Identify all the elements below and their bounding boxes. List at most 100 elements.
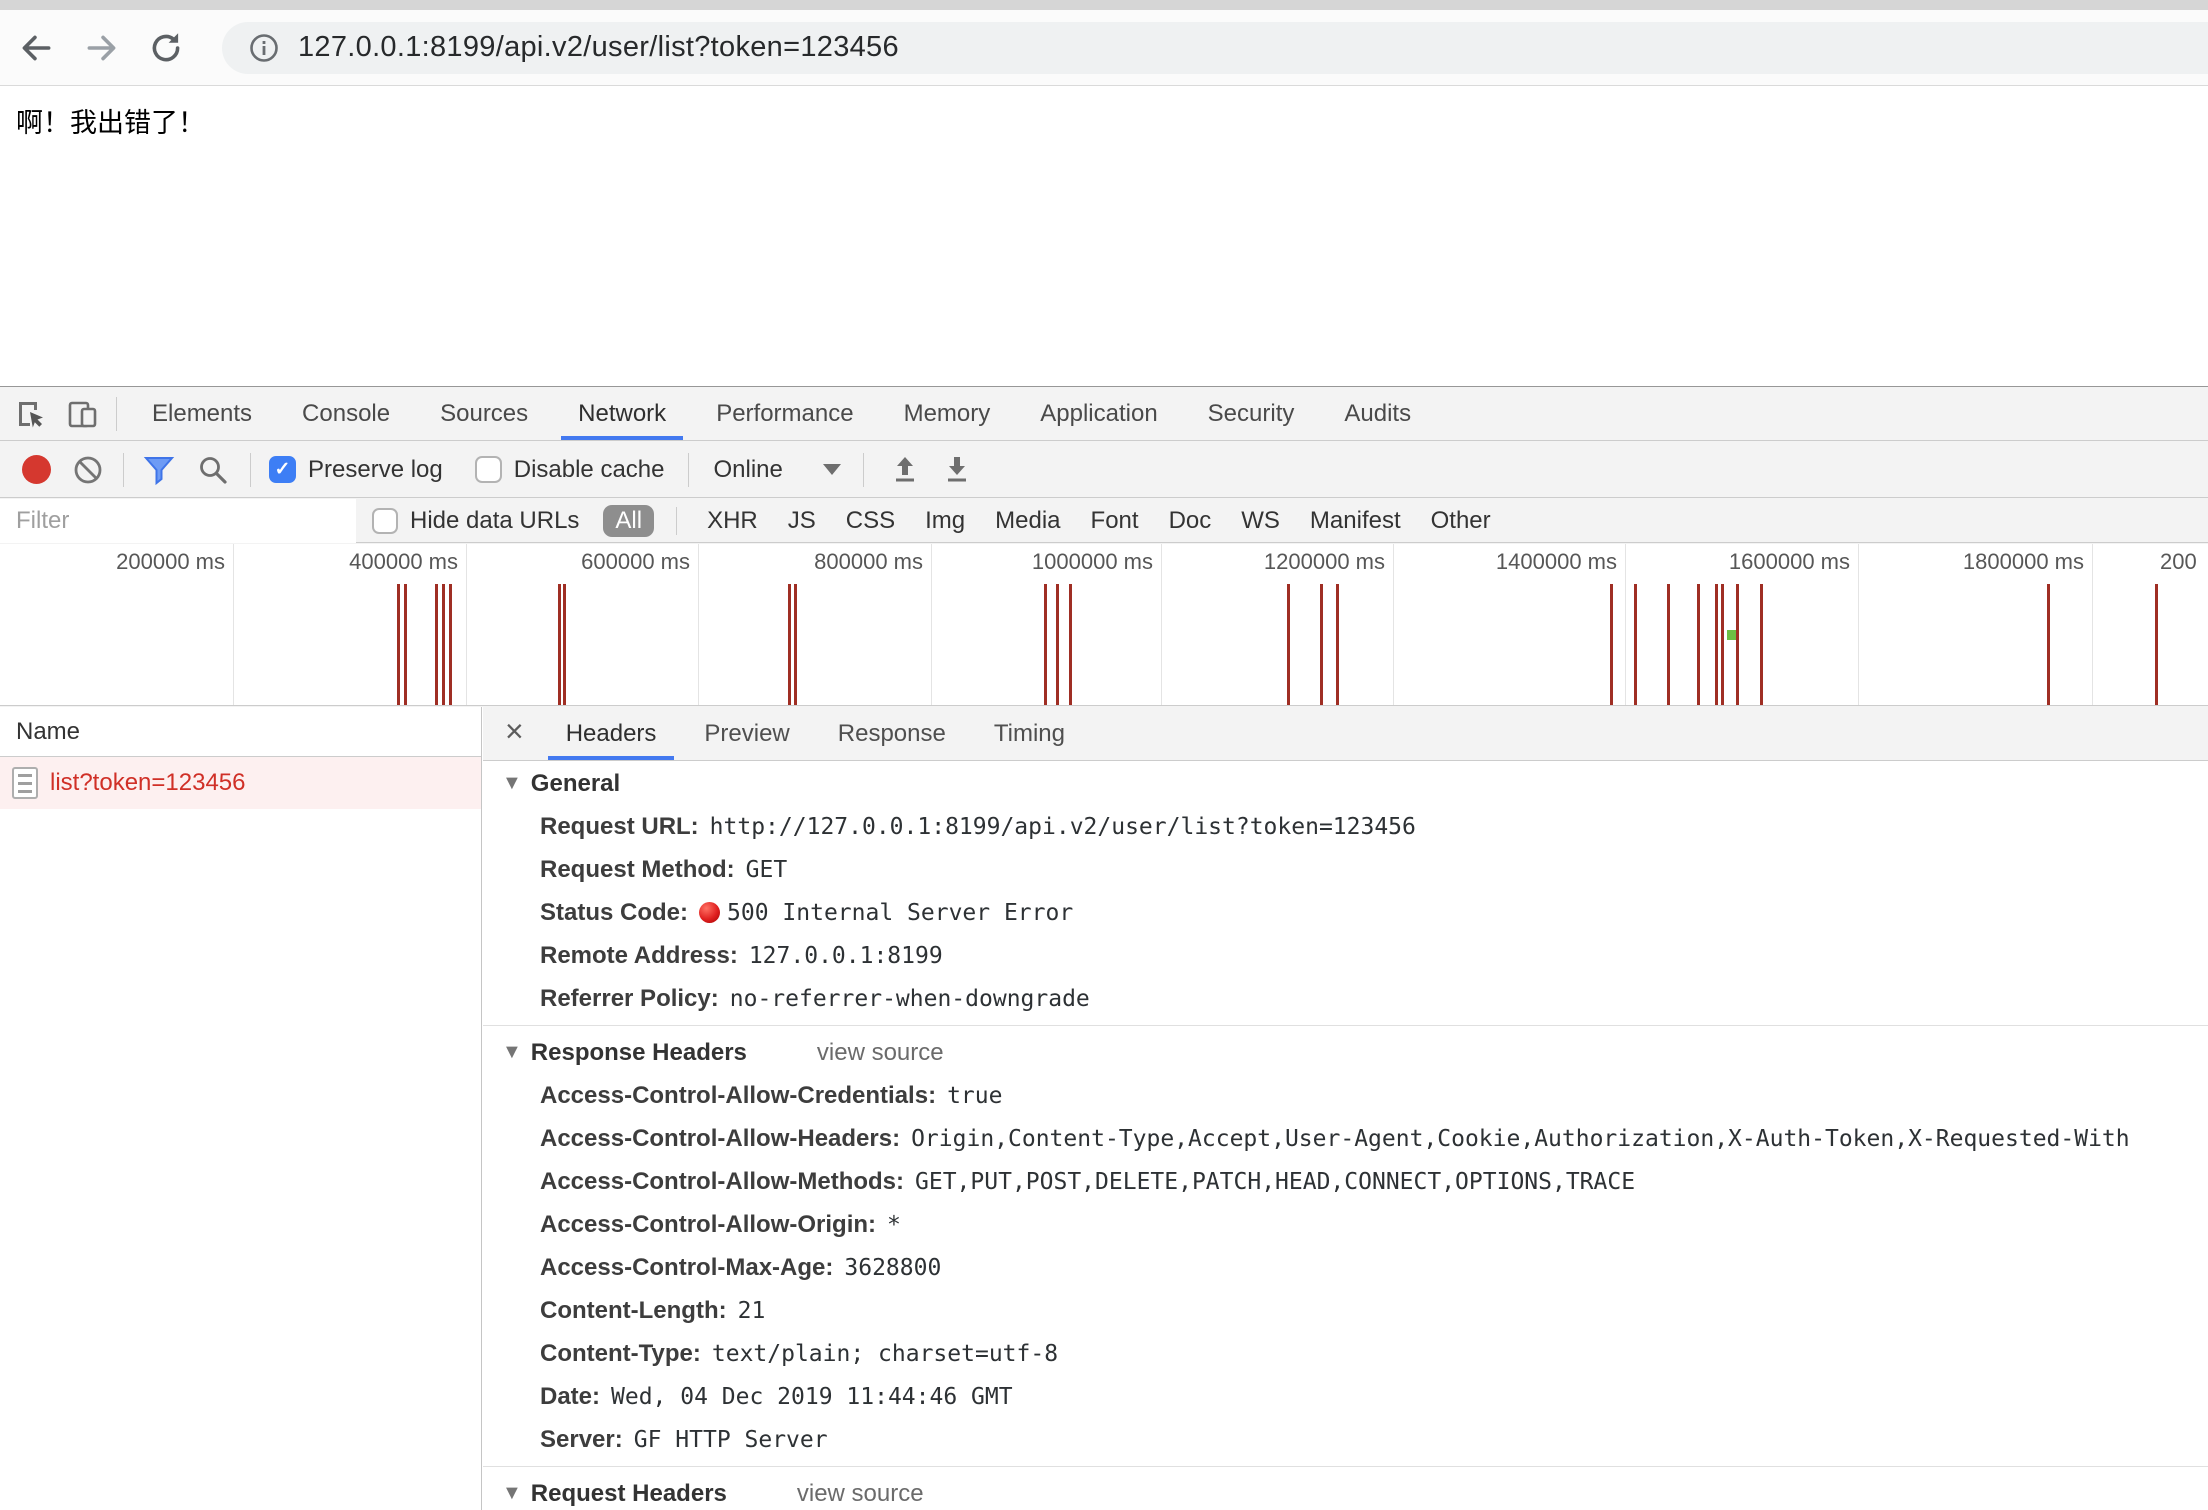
response-headers-section-header[interactable]: ▼ Response Headers view source <box>483 1031 2208 1074</box>
reload-icon <box>147 29 185 67</box>
general-section-header[interactable]: ▼ General <box>483 762 2208 805</box>
disable-cache-checkbox[interactable] <box>475 456 502 483</box>
timeline-tick-label: 800000 ms <box>814 549 923 575</box>
view-source-link[interactable]: view source <box>797 1480 924 1508</box>
tab-audits[interactable]: Audits <box>1319 387 1436 440</box>
tab-network[interactable]: Network <box>553 387 691 440</box>
filter-type-doc[interactable]: Doc <box>1169 507 1212 535</box>
header-row: Referrer Policy:no-referrer-when-downgra… <box>483 977 2208 1020</box>
timeline-request-bar <box>2047 584 2050 705</box>
hide-data-urls-checkbox[interactable] <box>372 508 398 534</box>
browser-toolbar: 127.0.0.1:8199/api.v2/user/list?token=12… <box>0 10 2208 86</box>
device-toolbar-icon <box>65 396 101 432</box>
network-action-bar: ✓ Preserve log Disable cache Online <box>0 442 2208 498</box>
upload-icon <box>889 454 921 486</box>
close-icon[interactable]: × <box>483 713 542 754</box>
tab-application[interactable]: Application <box>1015 387 1182 440</box>
toolbar-separator <box>116 397 117 431</box>
device-toolbar-button[interactable] <box>64 395 102 433</box>
header-row: Content-Type:text/plain; charset=utf-8 <box>483 1332 2208 1375</box>
request-list-header[interactable]: Name <box>0 707 481 757</box>
view-source-link[interactable]: view source <box>817 1039 944 1067</box>
header-row: Access-Control-Max-Age:3628800 <box>483 1246 2208 1289</box>
preserve-log-checkbox[interactable]: ✓ <box>269 456 296 483</box>
preserve-log-label[interactable]: Preserve log <box>308 456 443 484</box>
timeline-request-bar <box>1610 584 1613 705</box>
detail-tab-bar: × Headers Preview Response Timing <box>483 707 2208 761</box>
network-body: Name list?token=123456 × Headers Preview… <box>0 707 2208 1510</box>
header-row: Access-Control-Allow-Credentials:true <box>483 1074 2208 1117</box>
timeline-gridline <box>931 544 932 705</box>
toolbar-separator <box>863 453 864 487</box>
timeline-request-bar <box>442 584 445 705</box>
status-error-dot-icon <box>699 902 720 923</box>
filter-input[interactable] <box>0 499 356 543</box>
devtools-panel: Elements Console Sources Network Perform… <box>0 386 2208 1510</box>
inspect-element-button[interactable] <box>12 395 50 433</box>
disable-cache-label[interactable]: Disable cache <box>514 456 665 484</box>
header-row: Access-Control-Allow-Headers:Origin,Cont… <box>483 1117 2208 1160</box>
network-overview[interactable]: 200000 ms400000 ms600000 ms800000 ms1000… <box>0 544 2208 706</box>
header-row: Date:Wed, 04 Dec 2019 11:44:46 GMT <box>483 1375 2208 1418</box>
filter-toggle-button[interactable] <box>140 451 178 489</box>
tab-response[interactable]: Response <box>814 707 970 760</box>
request-detail-panel: × Headers Preview Response Timing ▼ Gene… <box>483 707 2208 1510</box>
page-error-text: 啊！我出错了！ <box>16 101 205 140</box>
tab-sources[interactable]: Sources <box>415 387 553 440</box>
timeline-request-bar <box>404 584 407 705</box>
forward-arrow-icon <box>83 29 121 67</box>
timeline-request-bar <box>794 584 797 705</box>
timeline-request-bar <box>2155 584 2158 705</box>
name-column-header: Name <box>16 718 80 746</box>
export-har-button[interactable] <box>938 451 976 489</box>
section-divider <box>483 1466 2208 1467</box>
search-button[interactable] <box>194 451 232 489</box>
timeline-gridline <box>698 544 699 705</box>
url-bar[interactable]: 127.0.0.1:8199/api.v2/user/list?token=12… <box>222 22 2208 74</box>
request-row[interactable]: list?token=123456 <box>0 757 481 809</box>
timeline-request-bar <box>1667 584 1670 705</box>
filter-type-js[interactable]: JS <box>788 507 816 535</box>
request-headers-section-header[interactable]: ▼ Request Headers view source <box>483 1472 2208 1510</box>
tab-preview[interactable]: Preview <box>680 707 813 760</box>
tab-memory[interactable]: Memory <box>879 387 1016 440</box>
record-network-log-button[interactable] <box>22 455 51 484</box>
filter-type-font[interactable]: Font <box>1091 507 1139 535</box>
clear-button[interactable] <box>69 451 107 489</box>
info-icon[interactable] <box>248 32 280 64</box>
filter-type-ws[interactable]: WS <box>1241 507 1280 535</box>
timeline-gridline <box>1161 544 1162 705</box>
timeline-request-bar <box>1320 584 1323 705</box>
tab-performance[interactable]: Performance <box>691 387 878 440</box>
tab-elements[interactable]: Elements <box>127 387 277 440</box>
filter-type-media[interactable]: Media <box>995 507 1060 535</box>
reload-button[interactable] <box>146 28 186 68</box>
disclosure-triangle-icon: ▼ <box>502 1041 522 1064</box>
hide-data-urls-label[interactable]: Hide data URLs <box>410 507 579 535</box>
forward-button[interactable] <box>82 28 122 68</box>
header-row: Status Code: 500 Internal Server Error <box>483 891 2208 934</box>
header-row: Access-Control-Allow-Origin:* <box>483 1203 2208 1246</box>
timeline-tick-label: 200000 ms <box>116 549 225 575</box>
tab-headers[interactable]: Headers <box>542 707 681 760</box>
toolbar-separator <box>250 453 251 487</box>
filter-type-other[interactable]: Other <box>1431 507 1491 535</box>
filter-type-xhr[interactable]: XHR <box>707 507 758 535</box>
back-button[interactable] <box>16 28 56 68</box>
filter-type-manifest[interactable]: Manifest <box>1310 507 1401 535</box>
import-har-button[interactable] <box>886 451 924 489</box>
filter-type-css[interactable]: CSS <box>846 507 895 535</box>
tab-security[interactable]: Security <box>1183 387 1320 440</box>
filter-type-img[interactable]: Img <box>925 507 965 535</box>
devtools-tab-bar: Elements Console Sources Network Perform… <box>0 387 2208 441</box>
request-name: list?token=123456 <box>50 769 246 797</box>
header-row: Request URL:http://127.0.0.1:8199/api.v2… <box>483 805 2208 848</box>
tab-timing[interactable]: Timing <box>970 707 1089 760</box>
document-icon <box>12 767 38 799</box>
tab-console[interactable]: Console <box>277 387 415 440</box>
throttling-dropdown[interactable]: Online <box>713 456 841 484</box>
back-arrow-icon <box>17 29 55 67</box>
timeline-tick-label-truncated: 200 <box>2160 549 2197 575</box>
filter-type-all[interactable]: All <box>603 505 654 537</box>
header-row: Content-Length:21 <box>483 1289 2208 1332</box>
